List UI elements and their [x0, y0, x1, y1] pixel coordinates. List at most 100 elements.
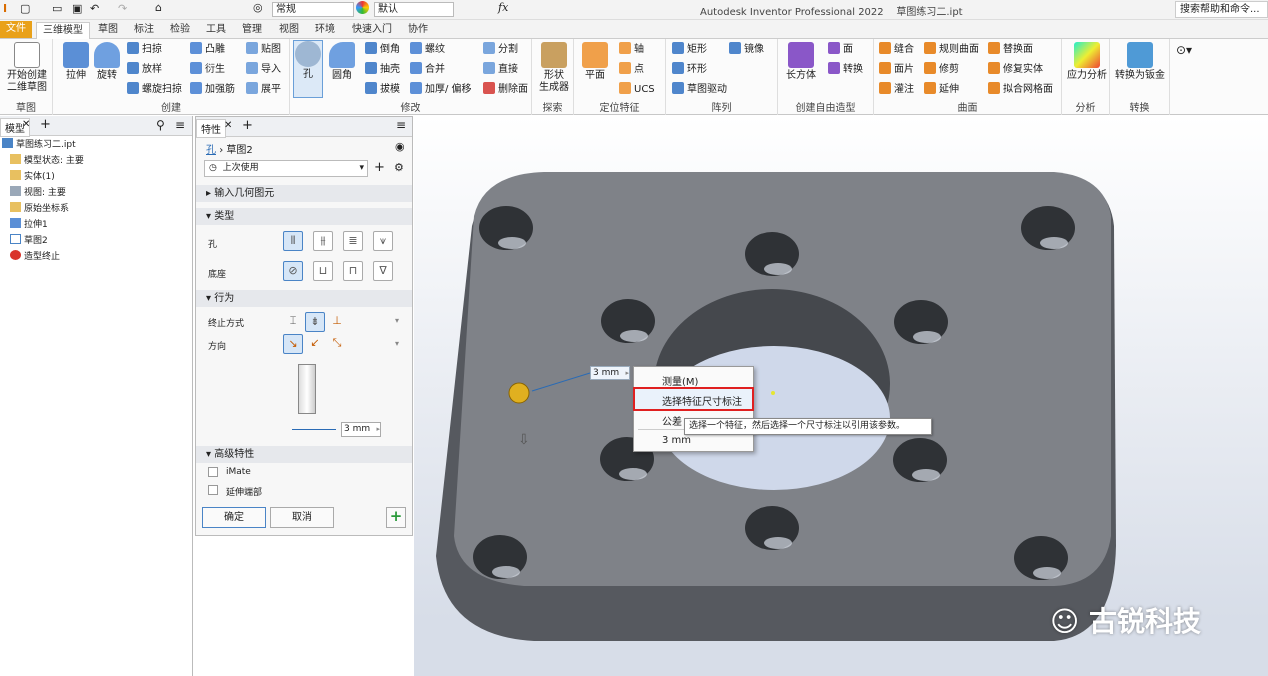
freeform-face-button[interactable]: 面 — [828, 42, 853, 58]
menu-item-tolerance[interactable]: 公差 — [662, 413, 682, 428]
rect-pattern-button[interactable]: 矩形 — [672, 42, 707, 58]
menu-item-select-feature-dimension[interactable]: 选择特征尺寸标注 — [633, 387, 754, 411]
axis-button[interactable]: 轴 — [619, 42, 644, 58]
direction-symmetric-button[interactable]: ⤡ — [327, 334, 347, 354]
direct-edit-button[interactable]: 直接 — [483, 62, 518, 78]
extrude-button[interactable]: 拉伸 — [61, 42, 91, 82]
hole-button[interactable]: 孔 — [293, 40, 323, 98]
save-icon[interactable]: ▣ — [72, 2, 82, 15]
clearance-hole-button[interactable]: ⫵ — [313, 231, 333, 251]
tapped-hole-button[interactable]: ≣ — [343, 231, 363, 251]
gear-icon[interactable]: ⚙ — [394, 161, 404, 174]
repair-bodies-button[interactable]: 修复实体 — [988, 62, 1043, 78]
stitch-button[interactable]: 缝合 — [879, 42, 914, 58]
decal-button[interactable]: 贴图 — [246, 42, 281, 58]
tree-item-solid-bodies[interactable]: 实体(1) — [10, 170, 55, 185]
menu-icon[interactable]: ≡ — [175, 118, 185, 132]
trim-button[interactable]: 修剪 — [924, 62, 959, 78]
taper-tapped-hole-button[interactable]: ⩛ — [373, 231, 393, 251]
tab-view[interactable]: 视图 — [273, 22, 305, 39]
emboss-button[interactable]: 凸雕 — [190, 42, 225, 58]
freeform-convert-button[interactable]: 转换 — [828, 62, 863, 78]
inventor-logo-icon[interactable]: I — [3, 2, 7, 15]
thicken-button[interactable]: 加厚/ 偏移 — [410, 82, 472, 98]
fx-icon[interactable]: fx — [498, 1, 508, 14]
circ-pattern-button[interactable]: 环形 — [672, 62, 707, 78]
cancel-button[interactable]: 取消 — [270, 507, 334, 528]
menu-item-recent-value[interactable]: 3 mm — [662, 435, 691, 446]
tab-annotate[interactable]: 标注 — [128, 22, 160, 39]
replace-face-button[interactable]: 替换面 — [988, 42, 1033, 58]
feature-name[interactable]: 孔 — [206, 145, 216, 156]
ucs-button[interactable]: UCS — [619, 82, 655, 98]
tab-get-started[interactable]: 快速入门 — [346, 22, 398, 39]
tab-collaborate[interactable]: 协作 — [402, 22, 434, 39]
tree-item-part[interactable]: 草图练习二.ipt — [2, 138, 76, 153]
imate-checkbox[interactable] — [208, 467, 218, 477]
counterbore-button[interactable]: ⊔ — [313, 261, 333, 281]
tab-environments[interactable]: 环境 — [309, 22, 341, 39]
menu-item-measure[interactable]: 测量(M) — [662, 373, 698, 388]
diameter-value-input[interactable]: 3 mm ▸ — [341, 422, 381, 437]
fit-mesh-face-button[interactable]: 拟合网格面 — [988, 82, 1053, 98]
dimension-input[interactable]: 3 mm ▸ — [590, 366, 630, 380]
coil-button[interactable]: 螺旋扫掠 — [127, 82, 182, 98]
material-icon[interactable]: ◎ — [253, 1, 263, 14]
hole-center-gizmo-icon[interactable] — [508, 382, 530, 404]
thread-button[interactable]: 螺纹 — [410, 42, 445, 58]
ruled-surface-button[interactable]: 规则曲面 — [924, 42, 979, 58]
termination-through-all-button[interactable]: ⇟ — [305, 312, 325, 332]
rib-button[interactable]: 加强筋 — [190, 82, 235, 98]
home-icon[interactable]: ⌂ — [155, 1, 162, 14]
combine-button[interactable]: 合并 — [410, 62, 445, 78]
derive-button[interactable]: 衍生 — [190, 62, 225, 78]
freeform-box-button[interactable]: 长方体 — [784, 42, 818, 82]
import-button[interactable]: 导入 — [246, 62, 281, 78]
shell-button[interactable]: 抽壳 — [365, 62, 400, 78]
split-button[interactable]: 分割 — [483, 42, 518, 58]
appearance-icon[interactable] — [356, 1, 369, 14]
stress-analysis-button[interactable]: 应力分析 — [1064, 42, 1110, 82]
apply-add-button[interactable]: + — [386, 507, 406, 528]
chamfer-button[interactable]: 倒角 — [365, 42, 400, 58]
sketch-driven-pattern-button[interactable]: 草图驱动 — [672, 82, 727, 98]
fillet-button[interactable]: 圆角 — [327, 42, 357, 82]
tab-file[interactable]: 文件 — [0, 21, 32, 38]
unwrap-button[interactable]: 展平 — [246, 82, 281, 98]
tree-item-view[interactable]: 视图: 主要 — [10, 186, 66, 201]
more-options-icon[interactable]: ⊙▾ — [1176, 43, 1192, 57]
graphics-viewport[interactable]: 3 mm ▸ ⇩ ☺ 古锐科技 — [414, 116, 1268, 676]
tree-item-origin[interactable]: 原始坐标系 — [10, 202, 69, 217]
loft-button[interactable]: 放样 — [127, 62, 162, 78]
tab-manage[interactable]: 管理 — [236, 22, 268, 39]
close-icon[interactable]: ✕ — [22, 119, 30, 130]
tree-item-sketch2[interactable]: 草图2 — [10, 234, 48, 249]
close-icon[interactable]: ✕ — [224, 120, 232, 131]
start-2d-sketch-button[interactable]: 开始创建 二维草图 — [2, 42, 52, 94]
section-advanced[interactable]: ▾ 高级特性 — [196, 446, 412, 463]
chevron-down-icon[interactable]: ▾ — [395, 316, 399, 325]
plane-button[interactable]: 平面 — [580, 42, 610, 82]
no-seat-button[interactable]: ⊘ — [283, 261, 303, 281]
preset-select[interactable]: ◷ 上次使用 ▾ — [204, 160, 368, 177]
extend-button[interactable]: 延伸 — [924, 82, 959, 98]
countersink-button[interactable]: ∇ — [373, 261, 393, 281]
direction-flip-button[interactable]: ↙ — [305, 334, 325, 354]
help-search-input[interactable]: 搜索帮助和命令... — [1175, 1, 1268, 18]
mirror-button[interactable]: 镜像 — [729, 42, 764, 58]
termination-to-button[interactable]: ⊥ — [327, 312, 347, 332]
menu-icon[interactable]: ≡ — [396, 118, 406, 132]
spotface-button[interactable]: ⊓ — [343, 261, 363, 281]
tab-tools[interactable]: 工具 — [200, 22, 232, 39]
termination-distance-button[interactable]: ⌶ — [283, 312, 303, 332]
point-button[interactable]: 点 — [619, 62, 644, 78]
undo-icon[interactable]: ↶ — [90, 2, 99, 15]
tab-sketch[interactable]: 草图 — [92, 22, 124, 39]
delete-face-button[interactable]: 删除面 — [483, 82, 528, 98]
add-tab-icon[interactable]: + — [40, 117, 51, 132]
section-behavior[interactable]: ▾ 行为 — [196, 290, 412, 307]
appearance-combo[interactable]: 默认 — [374, 2, 454, 17]
shape-generator-button[interactable]: 形状 生成器 — [538, 42, 570, 94]
tree-item-model-state[interactable]: 模型状态: 主要 — [10, 154, 84, 169]
revolve-button[interactable]: 旋转 — [92, 42, 122, 82]
